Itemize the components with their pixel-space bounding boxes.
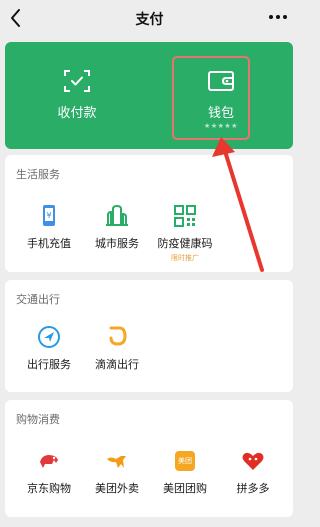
promo-badge: 限时推广 [171,254,199,262]
meituan-logo-text: 美团 [178,457,192,465]
section-shopping: 购物消费 京东购物 美团外卖 美团 美团团购 拼多多 [5,400,293,517]
section-transport: 交通出行 出行服务 滴滴出行 [5,280,293,392]
service-pinduoduo[interactable]: 拼多多 [217,448,289,518]
more-button[interactable] [265,6,291,28]
jd-dog-logo-icon [40,455,58,468]
didi-logo-icon [109,326,127,346]
nav-bar: 支付 [0,0,299,38]
kangaroo-logo-icon [107,456,126,468]
qr-code-icon [174,205,196,227]
section-title: 交通出行 [16,293,60,306]
section-life-services: 生活服务 ¥ 手机充值 城市服务 防疫健康码 限时推广 [5,155,293,272]
tile-label: 防疫健康码 [157,237,213,250]
more-dots-icon [269,15,287,19]
wechat-pay-page: 支付 收付款 钱包 ★★★★★ 生活服务 ¥ 手机充值 城市服务 防疫健康码 限… [0,0,299,527]
page-title: 支付 [135,12,164,28]
collect-pay-label: 收付款 [57,106,97,121]
service-didi[interactable]: 滴滴出行 [81,324,153,394]
section-title: 购物消费 [16,413,60,426]
scan-frame-icon [64,70,90,92]
tile-label: 滴滴出行 [95,358,139,371]
service-health-code[interactable]: 防疫健康码 限时推广 [149,203,221,273]
city-building-icon [106,204,128,226]
navigation-arrow-icon [38,326,60,348]
svg-text:¥: ¥ [46,211,51,220]
collect-pay-button[interactable]: 收付款 [5,42,149,149]
section-title: 生活服务 [16,168,60,181]
pinduoduo-heart-icon [242,452,264,470]
wallet-highlight-box [172,56,250,140]
phone-recharge-icon: ¥ [43,205,55,226]
tile-label: 拼多多 [236,482,270,495]
